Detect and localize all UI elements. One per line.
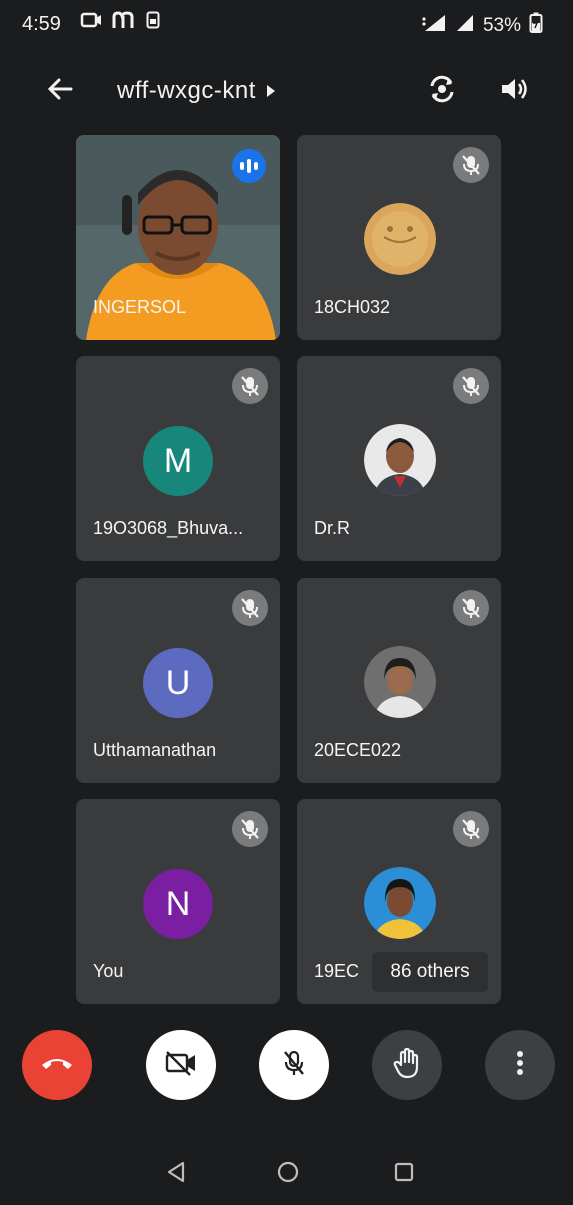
battery-text: 53% — [482, 15, 521, 36]
participant-name: 20ECE022 — [314, 740, 402, 760]
participant-tile[interactable]: Dr.R — [297, 356, 501, 561]
status-time: 4:59 — [22, 13, 61, 35]
speaking-indicator-icon — [232, 149, 266, 183]
nav-recents-icon — [393, 1161, 415, 1188]
mic-off-icon — [453, 147, 489, 183]
mic-off-icon — [232, 590, 268, 626]
participant-name: You — [93, 961, 124, 981]
participant-name: 18CH032 — [314, 297, 391, 317]
raise-hand-button[interactable] — [372, 1030, 442, 1100]
switch-camera-icon — [426, 74, 458, 109]
status-left-icons — [80, 11, 160, 34]
avatar-initial: N — [165, 884, 191, 923]
mic-off-icon — [232, 811, 268, 847]
avatar-initial: U — [165, 663, 191, 702]
participant-name: Dr.R — [314, 518, 350, 538]
speaker-button[interactable] — [492, 71, 536, 111]
participant-photo — [364, 203, 436, 275]
participant-tile[interactable]: 18CH032 — [297, 135, 501, 340]
participant-photo — [364, 867, 436, 939]
end-call-button[interactable] — [22, 1030, 92, 1100]
participant-avatar: M — [143, 426, 213, 496]
back-arrow-icon — [47, 78, 73, 105]
raise-hand-icon — [393, 1047, 421, 1084]
others-count-button[interactable]: 86 others — [372, 952, 488, 992]
nav-back-icon — [166, 1161, 186, 1188]
nav-recents-button[interactable] — [384, 1154, 424, 1194]
participant-tile[interactable]: U Utthamanathan — [76, 578, 280, 783]
participant-tile[interactable]: 20ECE022 — [297, 578, 501, 783]
participant-tile[interactable]: INGERSOL — [76, 135, 280, 340]
switch-camera-button[interactable] — [420, 71, 464, 111]
nav-back-button[interactable] — [156, 1154, 196, 1194]
m-app-icon — [112, 11, 136, 34]
call-controls — [0, 1030, 573, 1110]
participant-tile-self[interactable]: N You — [76, 799, 280, 1004]
mic-off-icon — [453, 368, 489, 404]
system-nav-bar — [0, 1140, 573, 1205]
camera-off-icon — [164, 1049, 198, 1082]
meeting-code-button[interactable]: wff-wxgc-knt — [117, 77, 276, 105]
battery-icon — [529, 12, 543, 40]
nav-home-icon — [276, 1160, 300, 1189]
participant-name: Utthamanathan — [93, 740, 217, 760]
back-button[interactable] — [40, 71, 80, 111]
participant-avatar: N — [143, 869, 213, 939]
mic-off-icon — [453, 811, 489, 847]
mic-off-icon — [232, 368, 268, 404]
meeting-header: wff-wxgc-knt — [0, 55, 573, 125]
participant-tile[interactable]: M 19O3068_Bhuva... — [76, 356, 280, 561]
participant-photo — [364, 646, 436, 718]
mic-off-icon — [282, 1049, 306, 1082]
mic-toggle-button[interactable] — [259, 1030, 329, 1100]
mic-off-icon — [453, 590, 489, 626]
participant-photo — [364, 424, 436, 496]
signal-icon — [455, 13, 475, 39]
more-options-button[interactable] — [485, 1030, 555, 1100]
screen-cast-icon — [80, 11, 102, 34]
sim-icon — [146, 11, 160, 34]
status-bar: 4:59 53% — [0, 0, 573, 50]
participant-avatar: U — [143, 648, 213, 718]
participant-name: INGERSOL — [93, 297, 187, 317]
participant-name: 19O3068_Bhuva... — [93, 518, 244, 538]
nav-home-button[interactable] — [268, 1154, 308, 1194]
volte-icon — [421, 13, 447, 39]
chevron-right-icon — [266, 77, 276, 105]
status-right-icons: 53% — [421, 12, 543, 40]
end-call-icon — [40, 1055, 74, 1076]
meeting-code: wff-wxgc-knt — [117, 77, 256, 104]
camera-toggle-button[interactable] — [146, 1030, 216, 1100]
avatar-initial: M — [163, 441, 193, 480]
speaker-icon — [499, 76, 529, 107]
more-options-icon — [516, 1050, 524, 1081]
participant-name: 19EC — [314, 961, 360, 981]
